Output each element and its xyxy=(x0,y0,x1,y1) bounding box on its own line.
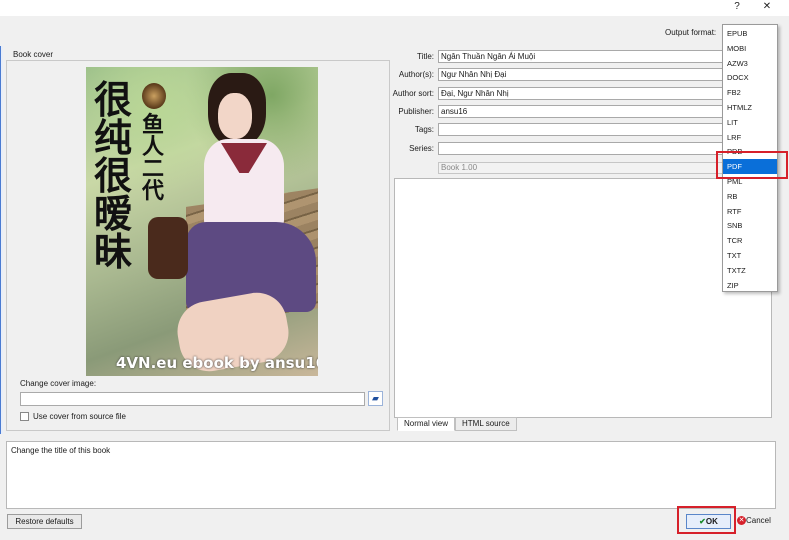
format-option-rtf[interactable]: RTF xyxy=(723,204,777,219)
cancel-label: Cancel xyxy=(746,516,771,525)
book-cover-label: Book cover xyxy=(13,50,54,59)
restore-defaults-button[interactable]: Restore defaults xyxy=(7,514,82,529)
cancel-button[interactable]: ✕ Cancel xyxy=(737,514,777,529)
folder-icon: ▰ xyxy=(372,393,379,403)
description-text: Change the title of this book xyxy=(11,446,111,455)
checkmark-icon: ✔ xyxy=(699,517,706,526)
series-label: Series: xyxy=(409,144,434,153)
browse-folder-button[interactable]: ▰ xyxy=(368,391,383,406)
output-format-label: Output format: xyxy=(665,28,717,37)
tab-html-source[interactable]: HTML source xyxy=(455,417,517,431)
format-option-snb[interactable]: SNB xyxy=(723,218,777,233)
cover-image: 很纯很暧昧 鱼人二代 4VN.eu ebook by ansu16 xyxy=(86,67,318,376)
format-option-epub[interactable]: EPUB xyxy=(723,26,777,41)
authors-label: Author(s): xyxy=(398,70,434,79)
cover-path-input[interactable] xyxy=(20,392,365,406)
comments-editor[interactable] xyxy=(394,178,772,418)
format-option-lrf[interactable]: LRF xyxy=(723,130,777,145)
publisher-label: Publisher: xyxy=(398,107,434,116)
cover-title-text: 很纯很暧昧 xyxy=(94,78,133,274)
title-label: Title: xyxy=(416,52,434,61)
format-option-mobi[interactable]: MOBI xyxy=(723,41,777,56)
series-input[interactable] xyxy=(438,142,723,155)
ok-button[interactable]: ✔OK xyxy=(686,514,731,529)
left-edge-strip xyxy=(0,46,3,434)
cover-emblem-icon xyxy=(142,83,166,109)
format-option-txtz[interactable]: TXTZ xyxy=(723,263,777,278)
use-source-cover-checkbox[interactable] xyxy=(20,412,29,421)
title-input[interactable]: Ngân Thuần Ngân Ái Muội xyxy=(438,50,723,63)
format-option-zip[interactable]: ZIP xyxy=(723,278,777,293)
cover-handbag xyxy=(148,217,188,279)
change-cover-label: Change cover image: xyxy=(20,379,97,388)
cover-author-text: 鱼人二代 xyxy=(142,113,165,204)
cover-watermark: 4VN.eu ebook by ansu16 xyxy=(116,354,318,372)
pdf-highlight-box xyxy=(716,151,788,179)
help-button[interactable]: ? xyxy=(726,0,748,16)
author-sort-input[interactable]: Đại, Ngư Nhân Nhị xyxy=(438,87,723,100)
format-option-azw3[interactable]: AZW3 xyxy=(723,56,777,71)
format-option-txt[interactable]: TXT xyxy=(723,248,777,263)
cover-figure-face xyxy=(218,93,252,139)
format-option-lit[interactable]: LIT xyxy=(723,115,777,130)
tab-normal-view[interactable]: Normal view xyxy=(397,417,456,431)
series-index-spinbox[interactable]: Book 1.00 xyxy=(438,162,723,174)
cancel-icon: ✕ xyxy=(737,516,746,526)
description-box: Change the title of this book xyxy=(6,441,776,509)
close-button[interactable]: ✕ xyxy=(756,0,778,16)
title-bar xyxy=(0,0,789,16)
format-option-htmlz[interactable]: HTMLZ xyxy=(723,100,777,115)
format-option-rb[interactable]: RB xyxy=(723,189,777,204)
format-option-tcr[interactable]: TCR xyxy=(723,233,777,248)
format-option-docx[interactable]: DOCX xyxy=(723,70,777,85)
author-sort-label: Author sort: xyxy=(392,89,434,98)
publisher-input[interactable]: ansu16 xyxy=(438,105,723,118)
tags-input[interactable] xyxy=(438,123,723,136)
use-source-cover-label: Use cover from source file xyxy=(33,412,126,421)
format-option-fb2[interactable]: FB2 xyxy=(723,85,777,100)
tags-label: Tags: xyxy=(414,125,434,134)
authors-input[interactable]: Ngư Nhân Nhị Đại xyxy=(438,68,723,81)
ok-label: OK xyxy=(705,517,718,526)
